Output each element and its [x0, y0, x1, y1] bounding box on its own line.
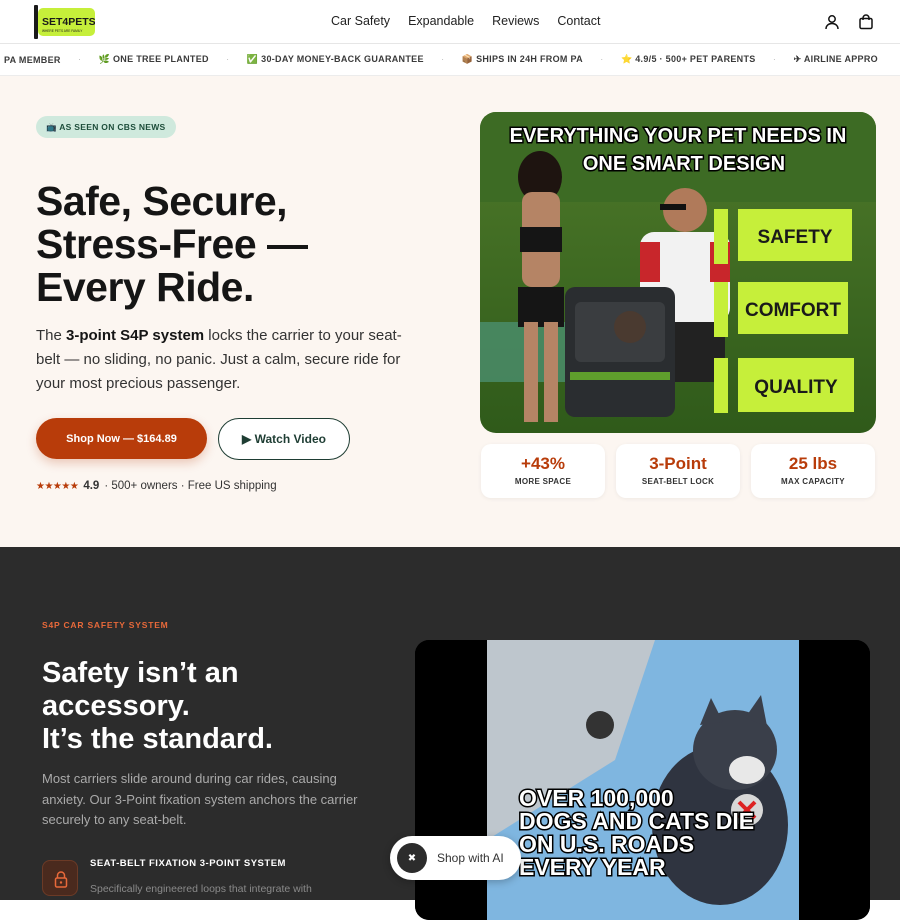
- star-rating-icon: ★★★★★: [36, 480, 79, 492]
- main-nav: Car Safety Expandable Reviews Contact: [331, 14, 600, 28]
- video-caption: EVERY YEAR: [519, 854, 666, 880]
- section-headline-line: Safety isn’t an: [42, 657, 239, 689]
- stat-label: MORE SPACE: [514, 477, 572, 486]
- stat-value: +43%: [521, 454, 565, 473]
- stat-card: 3-Point SEAT-BELT LOCK: [616, 444, 740, 498]
- ticker-item: 📦 SHIPS IN 24H FROM PA: [461, 54, 583, 64]
- rating-summary: ★★★★★ 4.9 · 500+ owners · Free US shippi…: [36, 480, 277, 492]
- nav-reviews[interactable]: Reviews: [492, 14, 539, 28]
- hero-product-image: EVERYTHING YOUR PET NEEDS IN ONE SMART D…: [480, 112, 876, 433]
- ticker-item: PA MEMBER: [4, 54, 61, 65]
- section-headline-line: accessory.: [42, 690, 190, 722]
- set4pets-logo[interactable]: SET4PETS WHERE PETS ARE FAMILY: [32, 4, 95, 40]
- ticker-item: ✈ AIRLINE APPRO: [793, 54, 878, 64]
- safety-tag: SAFETY: [758, 227, 833, 248]
- logo-tagline: WHERE PETS ARE FAMILY: [42, 29, 83, 33]
- hero-headline-line: Every Ride.: [36, 264, 254, 310]
- cbs-news-badge: 📺 AS SEEN ON CBS NEWS: [36, 116, 176, 138]
- lead-emphasis: 3-point S4P system: [66, 327, 205, 344]
- image-caption: ONE SMART DESIGN: [583, 153, 785, 175]
- site-header: SET4PETS WHERE PETS ARE FAMILY Car Safet…: [0, 0, 900, 44]
- nav-expandable[interactable]: Expandable: [408, 14, 474, 28]
- ticker-separator: ·: [600, 54, 604, 64]
- ticker-separator: ·: [772, 54, 777, 64]
- hero-section: 📺 AS SEEN ON CBS NEWS Safe, Secure, Stre…: [0, 76, 900, 547]
- section-headline: Safety isn’t an accessory. It’s the stan…: [42, 657, 362, 756]
- stat-label: MAX CAPACITY: [781, 477, 845, 486]
- rating-text: · 500+ owners · Free US shipping: [104, 480, 277, 492]
- stat-value: 25 lbs: [788, 454, 838, 473]
- stat-label: SEAT-BELT LOCK: [641, 477, 715, 486]
- hero-headline: Safe, Secure, Stress-Free — Every Ride.: [36, 180, 396, 309]
- section-eyebrow: S4P CAR SAFETY SYSTEM: [42, 620, 169, 630]
- stat-value: 3-Point: [649, 454, 707, 473]
- bag-icon[interactable]: [857, 13, 875, 31]
- stat-card: +43% MORE SPACE: [481, 444, 605, 498]
- ticker-separator: ·: [78, 54, 82, 64]
- user-icon[interactable]: [823, 13, 841, 31]
- ticker-item: ✅ 30-DAY MONEY-BACK GUARANTEE: [246, 54, 424, 64]
- shop-now-button[interactable]: Shop Now — $164.89: [36, 418, 207, 459]
- quality-tag: QUALITY: [754, 377, 838, 398]
- shop-with-ai-button[interactable]: ✖ Shop with AI: [390, 836, 521, 880]
- stat-card: 25 lbs MAX CAPACITY: [751, 444, 875, 498]
- ticker-item: ⭐ 4.9/5 · 500+ PET PARENTS: [620, 54, 756, 64]
- shop-with-ai-label: Shop with AI: [437, 851, 504, 865]
- ticker-separator: ·: [441, 54, 445, 64]
- image-caption: EVERYTHING YOUR PET NEEDS IN: [510, 125, 847, 147]
- lock-icon: [42, 860, 78, 896]
- ticker-separator: ·: [226, 54, 230, 64]
- hero-image-illustration: EVERYTHING YOUR PET NEEDS IN ONE SMART D…: [480, 112, 876, 433]
- hero-description: The 3-point S4P system locks the carrier…: [36, 324, 406, 396]
- rating-value: 4.9: [83, 480, 100, 492]
- announcement-ticker: PA MEMBER · 🌿 ONE TREE PLANTED · ✅ 30-DA…: [0, 44, 900, 76]
- nav-contact[interactable]: Contact: [557, 14, 600, 28]
- nav-car-safety[interactable]: Car Safety: [331, 14, 390, 28]
- hero-headline-line: Stress-Free —: [36, 221, 308, 267]
- feature-title: SEAT-BELT FIXATION 3-POINT SYSTEM: [90, 858, 286, 869]
- section-description: Most carriers slide around during car ri…: [42, 771, 358, 827]
- lead-text: The: [36, 327, 67, 344]
- watch-video-button[interactable]: ▶ Watch Video: [218, 418, 350, 460]
- feature-description: Specifically engineered loops that integ…: [90, 883, 312, 895]
- ai-chat-icon: ✖: [397, 843, 427, 873]
- section-headline-line: It’s the standard.: [42, 723, 273, 755]
- hero-headline-line: Safe, Secure,: [36, 178, 288, 224]
- ticker-item: 🌿 ONE TREE PLANTED: [98, 54, 209, 64]
- comfort-tag: COMFORT: [745, 300, 841, 321]
- logo-text: SET4PETS: [42, 16, 95, 28]
